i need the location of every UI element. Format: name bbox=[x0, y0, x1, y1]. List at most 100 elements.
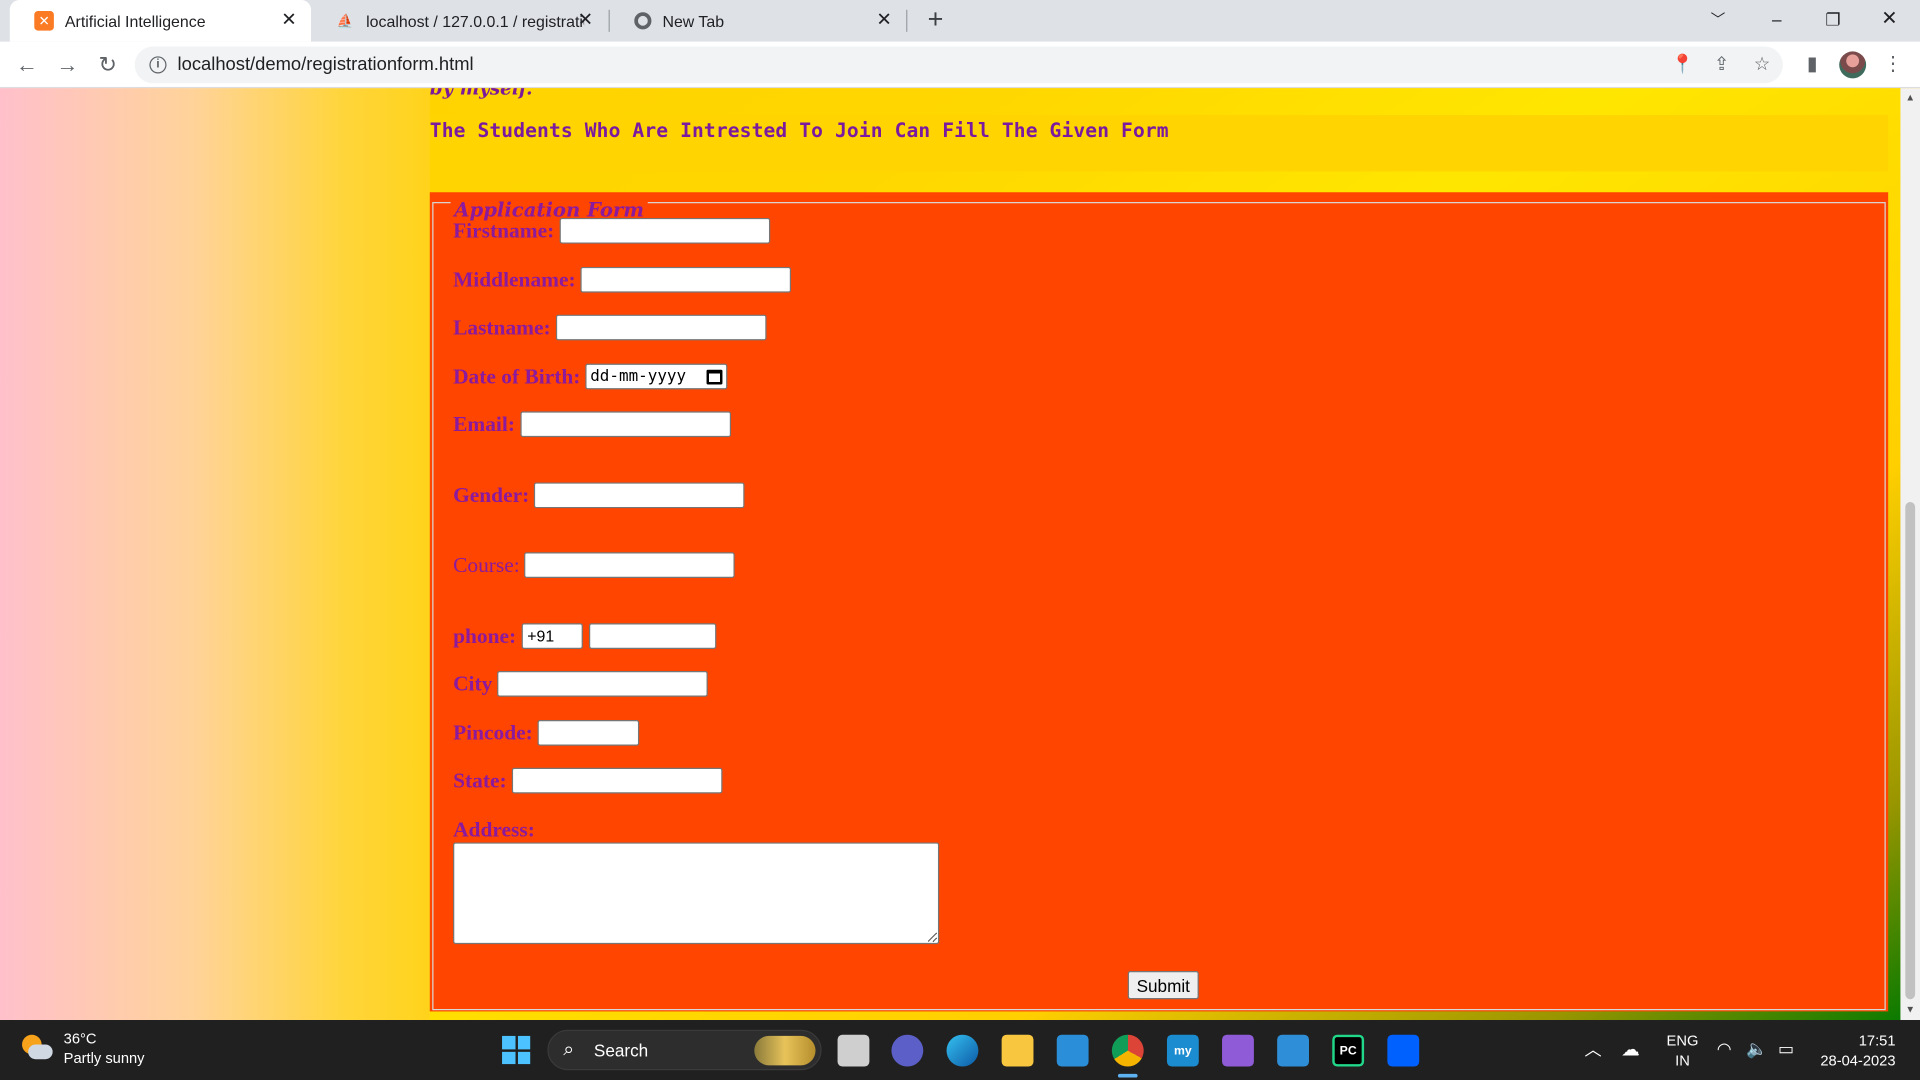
clock[interactable]: 17:51 28-04-2023 bbox=[1817, 1031, 1895, 1070]
visual-studio-icon[interactable] bbox=[1222, 1034, 1254, 1067]
phone-row: phone: bbox=[453, 623, 716, 649]
pincode-row: Pincode: bbox=[453, 720, 640, 746]
file-explorer-icon[interactable] bbox=[1001, 1034, 1034, 1067]
weather-desc: Partly sunny bbox=[63, 1049, 145, 1067]
city-label: City bbox=[453, 671, 493, 696]
clock-time: 17:51 bbox=[1858, 1032, 1896, 1050]
tab-title: New Tab bbox=[662, 11, 725, 31]
new-tab-button[interactable]: + bbox=[921, 6, 950, 35]
tab-strip: ✕ Artificial Intelligence ✕ ⛵ localhost … bbox=[0, 0, 1920, 42]
form-fieldset: Application Form Firstname: Middlename: … bbox=[432, 200, 1886, 1011]
reload-button[interactable]: ↻ bbox=[92, 49, 124, 81]
vscode-icon[interactable] bbox=[1056, 1034, 1089, 1067]
application-form: Application Form Firstname: Middlename: … bbox=[429, 192, 1889, 1012]
address-bar[interactable]: i localhost/demo/registrationform.html 📍… bbox=[134, 46, 1783, 84]
tab-new-tab[interactable]: New Tab ✕ bbox=[610, 0, 906, 42]
firstname-label: Firstname: bbox=[453, 217, 555, 243]
profile-avatar[interactable] bbox=[1839, 51, 1867, 79]
volume-icon[interactable]: 🔈 bbox=[1746, 1038, 1767, 1059]
dob-input[interactable]: dd-mm-yyyy bbox=[585, 363, 728, 390]
task-view-icon[interactable] bbox=[837, 1034, 870, 1067]
weather-temp: 36°C bbox=[63, 1029, 97, 1047]
back-button[interactable]: ← bbox=[11, 49, 43, 81]
lastname-input[interactable] bbox=[555, 314, 767, 341]
tab-title: localhost / 127.0.0.1 / registration bbox=[366, 11, 585, 31]
city-row: City bbox=[453, 671, 708, 697]
url-text[interactable]: localhost/demo/registrationform.html bbox=[178, 54, 474, 75]
submit-button[interactable]: Submit bbox=[1127, 971, 1199, 1000]
state-input[interactable] bbox=[511, 767, 723, 794]
teams-chat-icon[interactable] bbox=[891, 1034, 924, 1067]
language-indicator[interactable]: ENG IN bbox=[1667, 1031, 1699, 1070]
wifi-icon[interactable]: ◠ bbox=[1717, 1038, 1732, 1059]
page-scrollbar[interactable]: ▲ ▼ bbox=[1900, 88, 1920, 1021]
close-tab-icon[interactable]: ✕ bbox=[576, 10, 596, 31]
mail-icon[interactable] bbox=[1277, 1034, 1309, 1067]
gender-row: Gender: bbox=[453, 482, 745, 509]
tab-separator bbox=[906, 9, 908, 32]
phone-number-input[interactable] bbox=[588, 623, 716, 649]
xampp-icon: ✕ bbox=[34, 11, 54, 31]
minimize-button[interactable]: – bbox=[1749, 0, 1805, 42]
dob-placeholder: dd-mm-yyyy bbox=[590, 367, 687, 386]
tab-search-chevron-icon[interactable]: ﹀ bbox=[1690, 0, 1746, 42]
tab-phpmyadmin[interactable]: ⛵ localhost / 127.0.0.1 / registration ✕ bbox=[311, 0, 607, 42]
close-tab-icon[interactable]: ✕ bbox=[279, 10, 299, 31]
bookmark-star-icon[interactable]: ☆ bbox=[1750, 53, 1774, 77]
browser-toolbar: ← → ↻ i localhost/demo/registrationform.… bbox=[0, 41, 1920, 89]
restore-button[interactable]: ❐ bbox=[1805, 0, 1861, 42]
clock-date: 28-04-2023 bbox=[1820, 1051, 1896, 1069]
tray-chevron-icon[interactable]: ︿ bbox=[1585, 1037, 1602, 1061]
taskbar-search[interactable]: ⌕ Search bbox=[547, 1029, 822, 1071]
share-icon[interactable]: ⇪ bbox=[1709, 53, 1733, 77]
forward-button[interactable]: → bbox=[51, 49, 83, 81]
partly-sunny-icon bbox=[20, 1032, 53, 1064]
address-textarea[interactable] bbox=[453, 842, 940, 945]
intro-heading: The Students Who Are Intrested To Join C… bbox=[429, 118, 1169, 143]
windows-start-icon[interactable] bbox=[502, 1035, 531, 1065]
battery-icon[interactable]: ▭ bbox=[1778, 1038, 1794, 1059]
calendar-icon[interactable] bbox=[706, 369, 723, 384]
phpmyadmin-icon: ⛵ bbox=[336, 14, 354, 29]
location-pin-icon[interactable]: 📍 bbox=[1670, 53, 1694, 77]
tab-title: Artificial Intelligence bbox=[64, 11, 206, 31]
scrollbar-thumb[interactable] bbox=[1905, 502, 1916, 1000]
weather-widget[interactable]: 36°C Partly sunny bbox=[20, 1029, 145, 1068]
email-input[interactable] bbox=[519, 411, 731, 438]
lastname-label: Lastname: bbox=[453, 314, 551, 340]
search-highlight-icon bbox=[754, 1035, 816, 1066]
windows-taskbar: 36°C Partly sunny ⌕ Search my PC ︿ ☁ ENG… bbox=[0, 1020, 1920, 1080]
close-tab-icon[interactable]: ✕ bbox=[874, 10, 894, 31]
gender-input[interactable] bbox=[534, 482, 745, 509]
phone-country-code-input[interactable] bbox=[521, 623, 583, 649]
middlename-input[interactable] bbox=[580, 266, 792, 293]
dob-row: Date of Birth: dd-mm-yyyy bbox=[453, 363, 728, 390]
menu-kebab-icon[interactable]: ⋮ bbox=[1880, 51, 1907, 78]
site-info-icon[interactable]: i bbox=[149, 56, 167, 74]
scroll-down-arrow-icon[interactable]: ▼ bbox=[1904, 1004, 1916, 1015]
pincode-input[interactable] bbox=[537, 720, 640, 746]
phone-label: phone: bbox=[453, 623, 517, 648]
onedrive-icon[interactable]: ☁ bbox=[1621, 1038, 1639, 1061]
pycharm-icon[interactable]: PC bbox=[1332, 1034, 1365, 1067]
close-window-button[interactable]: ✕ bbox=[1861, 0, 1917, 42]
dropbox-icon[interactable] bbox=[1387, 1034, 1420, 1067]
address-label: Address: bbox=[453, 816, 535, 842]
dob-label: Date of Birth: bbox=[453, 363, 581, 389]
chrome-taskbar-icon[interactable] bbox=[1111, 1034, 1144, 1078]
course-input[interactable] bbox=[524, 552, 736, 578]
firstname-input[interactable] bbox=[559, 217, 770, 244]
cut-off-paragraph: by myself. bbox=[429, 88, 533, 100]
firstname-row: Firstname: bbox=[453, 217, 770, 244]
city-input[interactable] bbox=[497, 671, 708, 697]
pincode-label: Pincode: bbox=[453, 720, 533, 745]
scroll-up-arrow-icon[interactable]: ▲ bbox=[1904, 92, 1916, 103]
mysql-workbench-icon[interactable]: my bbox=[1166, 1034, 1199, 1067]
address-row: Address: bbox=[453, 817, 540, 843]
middlename-label: Middlename: bbox=[453, 266, 576, 292]
tab-artificial-intelligence[interactable]: ✕ Artificial Intelligence ✕ bbox=[9, 0, 312, 42]
side-panel-icon[interactable]: ▮ bbox=[1799, 51, 1826, 78]
search-icon: ⌕ bbox=[563, 1039, 575, 1061]
edge-icon[interactable] bbox=[946, 1034, 979, 1067]
course-row: Course: bbox=[453, 552, 736, 578]
